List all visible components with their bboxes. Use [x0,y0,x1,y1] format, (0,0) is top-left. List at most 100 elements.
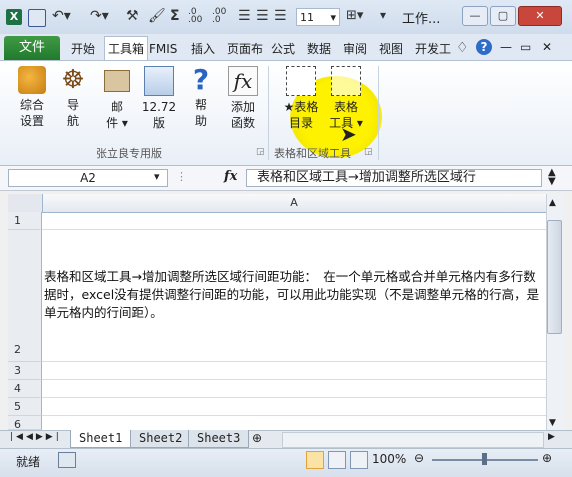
ribbon-minimize-icon[interactable]: ♢ [456,40,469,56]
borders-icon[interactable]: ⊞▾ [346,8,363,23]
macro-record-icon[interactable] [58,452,76,468]
autosum-icon[interactable]: Σ [170,8,180,24]
font-size-value: 11 [300,11,314,24]
chevron-down-icon[interactable]: ▾ [154,170,160,183]
decrease-decimal-icon[interactable]: .00 .0 [212,8,234,25]
row-cell[interactable] [42,398,546,416]
align-right-icon[interactable]: ☰ [274,8,287,24]
tab-data[interactable]: 数据 [304,38,334,60]
minimize-button[interactable]: — [462,6,488,26]
navigation-label-2: 航 [66,114,79,128]
zoom-in-icon[interactable]: ⊕ [542,451,552,465]
group-separator [268,66,269,160]
row-cell[interactable] [42,212,546,230]
table-tools-label-1: 表格 [333,100,358,114]
vertical-scroll-thumb[interactable] [547,220,562,334]
version-label-2: 版 [152,116,165,130]
row-header[interactable]: 4 [8,380,42,398]
tab-developer[interactable]: 开发工 [412,38,454,60]
group-separator [378,66,379,160]
zoom-level[interactable]: 100% [372,452,406,466]
normal-view-icon[interactable] [306,451,324,469]
table-tools-icon [331,66,361,96]
settings-label-1: 综合 [19,98,44,112]
formula-expand-icon[interactable]: ▲ ▼ [548,168,556,187]
version-button[interactable]: 12.72 版 [140,66,178,131]
tab-page-layout[interactable]: 页面布 [224,38,268,60]
help-icon[interactable]: ? [476,39,492,55]
column-header-a[interactable]: A [42,195,546,211]
settings-button[interactable]: 综合 设置 [14,66,50,129]
align-center-icon[interactable]: ☰ [256,8,269,24]
excel-logo-icon: X [6,9,22,25]
group-label-zhang: 张立良专用版 [96,147,162,160]
page-layout-view-icon[interactable] [328,451,346,469]
ship-wheel-icon: ☸ [61,65,85,95]
save-icon[interactable] [28,9,46,27]
tab-toolbox[interactable]: 工具箱 [104,36,148,61]
row-header[interactable]: 3 [8,362,42,380]
table-directory-button[interactable]: ★表格 目录 [282,66,320,131]
close-button[interactable]: ✕ [518,6,562,26]
scroll-up-icon[interactable]: ▲ [549,198,556,208]
scroll-down-icon[interactable]: ▼ [549,418,556,428]
row-cell[interactable] [42,362,546,380]
sheet-nav-icons[interactable]: |◀◀▶▶| [10,432,62,442]
tab-formulas[interactable]: 公式 [268,38,298,60]
help-label-1: 帮 [194,98,207,112]
increase-decimal-icon[interactable]: .0 .00 [188,8,210,25]
tab-file[interactable]: 文件 [4,36,60,60]
row-header[interactable]: 5 [8,398,42,416]
add-function-button[interactable]: fx 添加 函数 [226,66,260,131]
format-painter-icon[interactable]: 🖌 [148,8,166,24]
help-button[interactable]: ? 帮 助 [186,66,216,129]
formula-bar-divider-icon: ⋮ [176,170,187,183]
page-break-view-icon[interactable] [350,451,368,469]
undo-icon[interactable]: ↶▾ [52,8,71,24]
version-label-1: 12.72 [141,100,177,114]
table-directory-label-1: ★表格 [283,100,319,114]
doc-restore-icon[interactable]: ▭ [520,40,531,54]
insert-sheet-icon[interactable]: ⊕ [252,431,262,445]
tab-review[interactable]: 审阅 [340,38,370,60]
add-function-label-1: 添加 [230,100,255,114]
help-label-2: 助 [194,114,207,128]
tab-fmis[interactable]: FMIS [146,38,180,60]
row-header[interactable]: 1 [8,212,42,230]
sheet-tab-1[interactable]: Sheet1 [70,430,132,448]
row-header[interactable]: 6 [8,416,42,430]
name-box[interactable]: A2 [8,169,168,187]
row-header[interactable]: 2 [8,230,42,362]
customize-qat-icon[interactable]: ▾ [380,8,386,22]
dialog-launcher-icon[interactable]: ◲ [364,147,373,157]
add-function-label-2: 函数 [230,116,255,130]
navigation-label-1: 导 [66,98,79,112]
formula-input[interactable]: 表格和区域工具→增加调整所选区域行 [246,169,542,187]
zoom-slider-thumb[interactable] [482,453,487,465]
group-label-table-tools: 表格和区域工具 [274,147,351,160]
align-left-icon[interactable]: ☰ [238,8,251,24]
dialog-launcher-icon[interactable]: ◲ [256,147,265,157]
font-size-select[interactable]: 11 ▾ [296,8,340,26]
doc-close-icon[interactable]: ✕ [542,40,552,54]
sheet-tab-3[interactable]: Sheet3 [188,430,250,448]
doc-minimize-icon[interactable]: — [500,40,512,54]
horizontal-scrollbar[interactable] [282,432,544,448]
row-cell[interactable] [42,380,546,398]
sheet-tab-2[interactable]: Sheet2 [130,430,192,448]
select-all-corner[interactable] [8,194,43,212]
navigation-button[interactable]: ☸ 导 航 [58,66,88,129]
tab-view[interactable]: 视图 [376,38,406,60]
question-mark-icon: ? [192,63,210,96]
mail-button[interactable]: 邮 件 ▾ [100,66,134,131]
cell-a2-content[interactable]: 表格和区域工具→增加调整所选区域行间距功能： 在一个单元格或合并单元格内有多行数… [44,268,544,322]
tab-home[interactable]: 开始 [68,38,98,60]
tab-insert[interactable]: 插入 [188,38,218,60]
scroll-right-icon[interactable]: ▶ [548,432,555,442]
clear-format-icon[interactable]: ⚒ [126,8,139,24]
restore-button[interactable]: ▢ [490,6,516,26]
insert-function-icon[interactable]: fx [224,169,237,184]
settings-icon [18,66,46,94]
zoom-out-icon[interactable]: ⊖ [414,451,424,465]
redo-icon[interactable]: ↷▾ [90,8,109,24]
